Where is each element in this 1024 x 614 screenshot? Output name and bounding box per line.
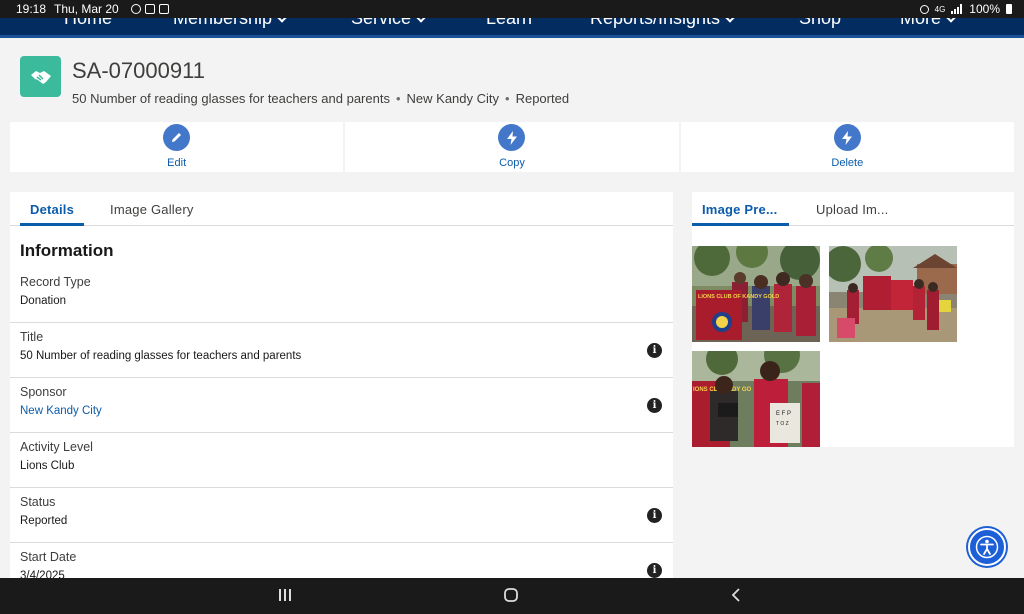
signal-icon [951,4,963,14]
field-label: Record Type [20,275,91,289]
record-status: Reported [515,91,570,106]
home-icon[interactable] [503,587,519,603]
field-label: Sponsor [20,385,67,399]
whatsapp-icon [130,4,141,14]
field-value: Reported [20,515,68,527]
field-status: Status Reported i [10,488,673,543]
field-label: Activity Level [20,440,93,454]
copy-button[interactable]: Copy [345,122,679,172]
copy-label: Copy [499,157,525,169]
edit-icon [163,124,191,151]
section-heading: Information [20,241,114,260]
field-start-date: Start Date 3/4/2025 i [10,543,673,578]
tab-upload-image[interactable]: Upload Im... [806,192,899,226]
lightning-icon [498,124,526,151]
delete-button[interactable]: Delete [680,122,1014,172]
tab-image-gallery[interactable]: Image Gallery [100,192,204,226]
details-panel: Details Image Gallery Information Record… [10,192,673,578]
status-time: 19:18 [16,2,47,16]
field-sponsor: Sponsor New Kandy City i [10,378,673,433]
image-panel: Image Pre... Upload Im... LIONS CLUB OF … [692,192,1014,447]
info-icon[interactable]: i [647,563,662,578]
gmail-icon [158,4,169,14]
edit-button[interactable]: Edit [10,122,344,172]
accessibility-icon [975,535,999,559]
field-value: 3/4/2025 [20,570,65,578]
system-status-bar: 19:18 Thu, Mar 20 4G 100% [0,0,1024,18]
image-tabs: Image Pre... Upload Im... [692,192,1014,226]
field-title: Title 50 Number of reading glasses for t… [10,323,673,378]
system-nav-bar [0,578,1024,614]
gallery-image[interactable]: IONS CLUB NDY GO E F P T O Z [692,351,820,447]
field-activity-level: Activity Level Lions Club [10,433,673,488]
field-label: Status [20,495,56,509]
lightning-icon [833,124,861,151]
tab-image-preview[interactable]: Image Pre... [692,192,789,226]
edit-label: Edit [167,157,187,169]
field-label: Title [20,330,44,344]
image-icon [144,4,155,14]
tab-details[interactable]: Details [20,192,85,226]
gallery-image[interactable]: LIONS CLUB OF KANDY GOLD [692,246,820,342]
status-date: Thu, Mar 20 [54,2,119,16]
delete-label: Delete [831,157,864,169]
banner-text: LIONS CLUB OF KANDY GOLD [698,294,779,300]
record-subtitle: 50 Number of reading glasses for teacher… [72,91,569,106]
field-value: Donation [20,295,67,307]
info-icon[interactable]: i [647,508,662,523]
battery-percent: 100% [969,2,1000,16]
svg-text:E F P: E F P [776,411,791,417]
svg-text:T O Z: T O Z [776,421,789,427]
record-id: SA-07000911 [72,58,205,83]
back-icon[interactable] [730,587,742,603]
field-value: Lions Club [20,460,75,472]
details-tabs: Details Image Gallery [10,192,673,226]
separator-dot: • [505,91,510,106]
accessibility-button[interactable] [968,528,1006,566]
sponsor-link[interactable]: New Kandy City [20,405,663,417]
separator-dot: • [395,91,401,106]
network-type: 4G [934,4,946,14]
field-label: Start Date [20,550,77,564]
recent-apps-icon[interactable] [278,587,292,603]
gallery-image[interactable] [829,246,957,342]
alarm-icon [919,4,929,14]
handshake-icon [20,56,61,97]
info-icon[interactable]: i [647,343,662,358]
info-icon[interactable]: i [647,398,662,413]
record-header: SA-07000911 50 Number of reading glasses… [20,56,569,106]
battery-icon [1006,4,1012,14]
record-title: 50 Number of reading glasses for teacher… [72,91,390,106]
field-value: 50 Number of reading glasses for teacher… [20,350,302,362]
field-record-type: Record Type Donation [10,268,673,323]
action-bar: Edit Copy Delete [10,122,1014,172]
record-sponsor: New Kandy City [406,91,500,106]
